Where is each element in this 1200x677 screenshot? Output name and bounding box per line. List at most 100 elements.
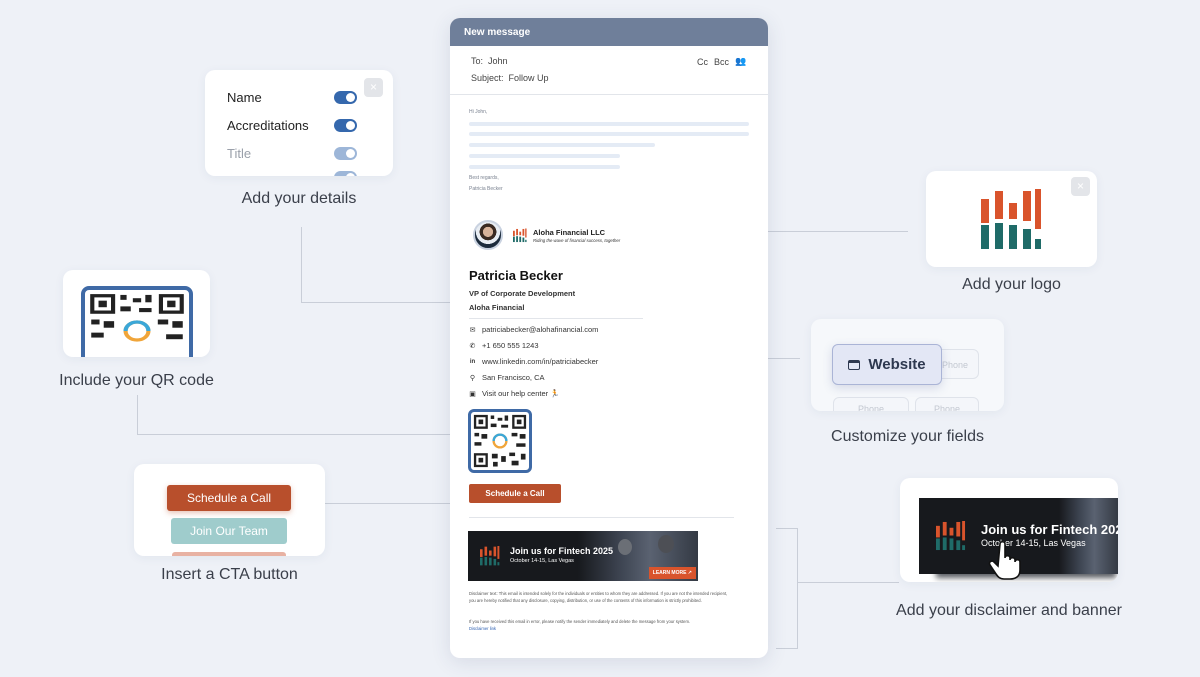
banner-caption: Add your disclaimer and banner <box>896 602 1122 619</box>
greeting-text: Hi John, <box>469 109 488 115</box>
qr-code-image <box>90 294 184 342</box>
cc-bcc-controls: Cc Bcc 👥 <box>697 56 746 67</box>
connector-qr <box>137 395 138 435</box>
cta-option-schedule-call[interactable]: Schedule a Call <box>167 485 291 511</box>
header-divider <box>450 94 768 95</box>
cta-option-partial[interactable] <box>172 552 286 556</box>
body-line <box>469 143 655 147</box>
contact-location[interactable]: ⚲ San Francisco, CA <box>469 373 545 382</box>
contact-email-text: patriciabecker@alohafinancial.com <box>482 325 599 334</box>
company-logo-icon <box>513 228 527 243</box>
banner-logo-icon <box>936 521 966 551</box>
logo-card: × <box>926 171 1097 267</box>
banner-card: Join us for Fintech 202 October 14-15, L… <box>900 478 1118 582</box>
name-toggle[interactable] <box>334 91 357 104</box>
contacts-divider <box>469 318 643 319</box>
cta-option-join-team[interactable]: Join Our Team <box>171 518 287 544</box>
to-row[interactable]: To: John <box>471 56 508 66</box>
company-name: Aloha Financial LLC <box>533 228 606 237</box>
signoff-text: Best regards, <box>469 175 499 181</box>
compose-window-title: New message <box>450 18 768 46</box>
body-line <box>469 122 749 126</box>
fields-caption: Customize your fields <box>831 428 984 445</box>
browser-window-icon <box>848 359 861 370</box>
email-icon: ✉ <box>469 326 476 334</box>
body-line <box>469 154 620 158</box>
avatar <box>473 220 503 250</box>
phone-icon: ✆ <box>469 342 476 350</box>
bcc-button[interactable]: Bcc <box>714 57 729 67</box>
subject-row[interactable]: Subject: Follow Up <box>471 73 549 83</box>
help-center-icon: ▣ <box>469 390 476 398</box>
contact-location-text: San Francisco, CA <box>482 373 545 382</box>
close-logo-button[interactable]: × <box>1071 177 1090 196</box>
detail-row-partial <box>227 171 357 176</box>
subject-label: Subject: <box>471 73 504 83</box>
banner-person <box>658 535 674 553</box>
signature-name: Patricia Becker <box>469 268 563 283</box>
detail-row-name: Name <box>227 90 357 105</box>
ghost-field-phone-3[interactable]: Phone <box>915 397 979 411</box>
to-label: To: <box>471 56 484 66</box>
subject-value: Follow Up <box>508 73 549 83</box>
detail-row-title: Title <box>227 146 357 161</box>
qr-card <box>63 270 210 357</box>
banner-logo-icon <box>480 546 500 566</box>
schedule-call-button[interactable]: Schedule a Call <box>469 484 561 503</box>
connector-details <box>301 227 302 303</box>
website-field-chip[interactable]: Website <box>832 344 942 385</box>
detail-label-name: Name <box>227 90 262 105</box>
disclaimer-link[interactable]: Disclaimer link <box>469 626 496 631</box>
connector-cta-h <box>325 503 450 504</box>
accreditations-toggle[interactable] <box>334 119 357 132</box>
disclaimer-text-2: If you have received this email in error… <box>469 619 691 624</box>
to-value: John <box>488 56 508 66</box>
details-caption: Add your details <box>241 190 357 207</box>
signoff-name: Patricia Becker <box>469 186 503 192</box>
aloha-logo-icon <box>981 189 1041 249</box>
disclaimer-text: Disclaimer text: This email is intended … <box>469 591 728 603</box>
learn-more-button[interactable]: LEARN MORE ↗ <box>648 567 696 579</box>
signature-qr-code[interactable] <box>468 409 532 473</box>
banner-subtitle: October 14-15, Las Vegas <box>510 558 574 564</box>
details-card: × Name Accreditations Title <box>205 70 393 176</box>
hand-cursor-icon <box>988 540 1021 580</box>
signature-title: VP of Corporate Development <box>469 289 576 298</box>
cc-button[interactable]: Cc <box>697 57 708 67</box>
banner-title: Join us for Fintech 2025 <box>510 546 614 556</box>
body-line <box>469 165 620 169</box>
connector-details-h <box>301 302 450 303</box>
email-compose-window: New message To: John Cc Bcc 👥 Subject: F… <box>450 18 768 658</box>
website-field-label: Website <box>868 356 926 373</box>
signature-org: Aloha Financial <box>469 303 525 312</box>
contact-phone-text: +1 650 555 1243 <box>482 341 539 350</box>
event-banner[interactable]: Join us for Fintech 2025 October 14-15, … <box>468 531 698 581</box>
qr-code-feature <box>81 286 193 357</box>
detail-label-title: Title <box>227 146 252 161</box>
connector-banner-h <box>797 582 899 583</box>
signature-qr-image <box>473 414 527 468</box>
banner-preview-title: Join us for Fintech 202 <box>981 522 1118 537</box>
fields-card: Phone Phone Phone Website <box>811 319 1004 411</box>
cta-caption: Insert a CTA button <box>161 566 298 583</box>
contact-linkedin-text: www.linkedin.com/in/patriciabecker <box>482 357 599 366</box>
partial-toggle[interactable] <box>334 171 357 176</box>
banner-divider <box>469 517 734 518</box>
connector-banner-top <box>776 528 798 529</box>
contact-help-center[interactable]: ▣ Visit our help center 🏃 <box>469 389 560 398</box>
detail-row-accreditations: Accreditations <box>227 118 357 133</box>
qr-caption: Include your QR code <box>59 372 214 389</box>
contact-linkedin[interactable]: in www.linkedin.com/in/patriciabecker <box>469 357 598 366</box>
title-toggle[interactable] <box>334 147 357 160</box>
contact-help-center-text: Visit our help center 🏃 <box>482 389 560 398</box>
connector-banner-v <box>797 528 798 649</box>
cta-card: Schedule a Call Join Our Team <box>134 464 325 556</box>
contact-email[interactable]: ✉ patriciabecker@alohafinancial.com <box>469 325 599 334</box>
ghost-field-phone-2[interactable]: Phone <box>833 397 909 411</box>
close-details-button[interactable]: × <box>364 78 383 97</box>
linkedin-icon: in <box>469 358 476 365</box>
connector-qr-h <box>137 434 450 435</box>
banner-person <box>618 539 632 555</box>
add-contact-icon[interactable]: 👥 <box>735 56 746 67</box>
contact-phone[interactable]: ✆ +1 650 555 1243 <box>469 341 539 350</box>
